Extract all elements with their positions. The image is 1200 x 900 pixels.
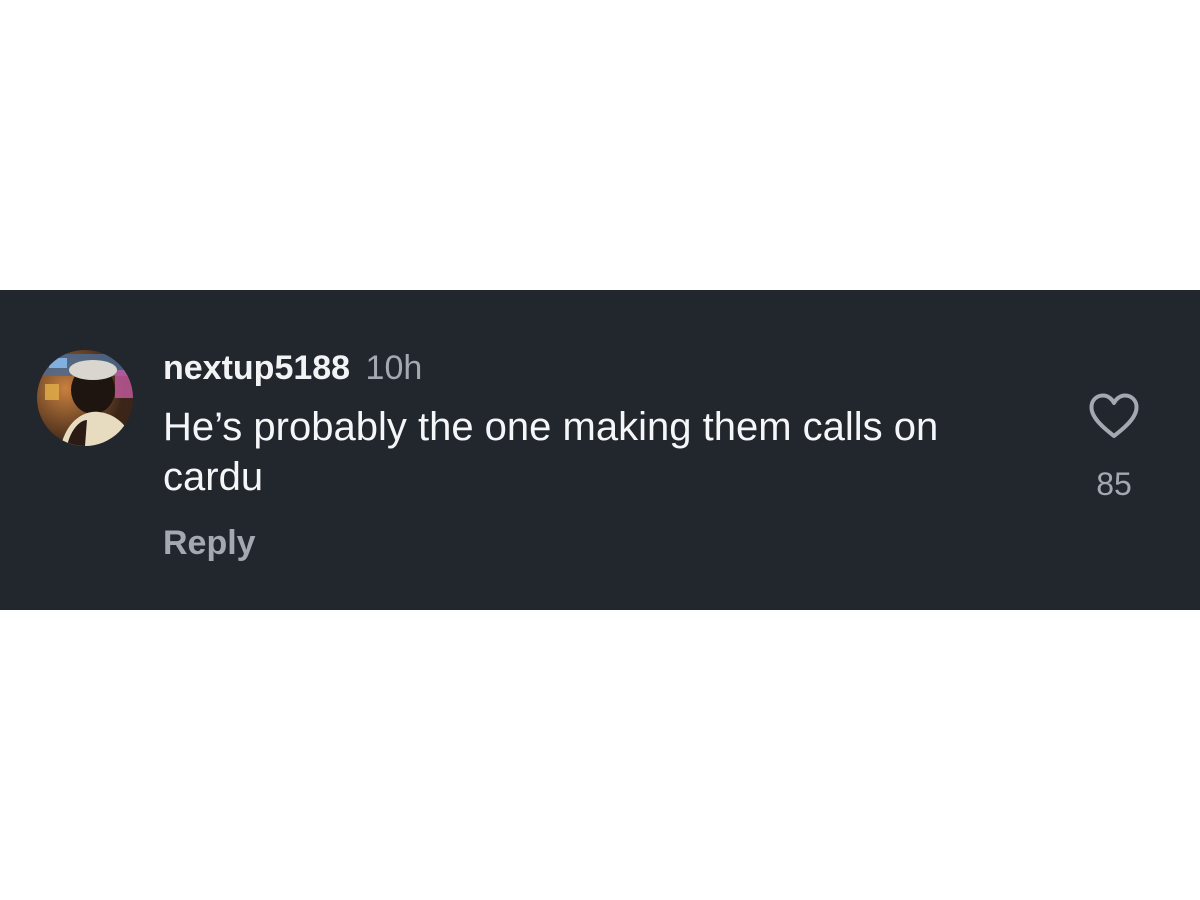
like-count: 85 — [1096, 466, 1132, 502]
username[interactable]: nextup5188 — [163, 349, 350, 387]
comment-card: nextup5188 10h He’s probably the one mak… — [0, 290, 1200, 610]
like-button[interactable] — [1088, 393, 1140, 439]
comment-text: He’s probably the one making them calls … — [163, 405, 939, 499]
reply-button[interactable]: Reply — [163, 524, 256, 563]
heart-outline-icon — [1089, 393, 1139, 438]
avatar-photo — [37, 350, 133, 446]
comment-timestamp: 10h — [365, 349, 423, 387]
comment-header: nextup5188 10h — [163, 346, 422, 390]
avatar[interactable] — [37, 350, 133, 446]
